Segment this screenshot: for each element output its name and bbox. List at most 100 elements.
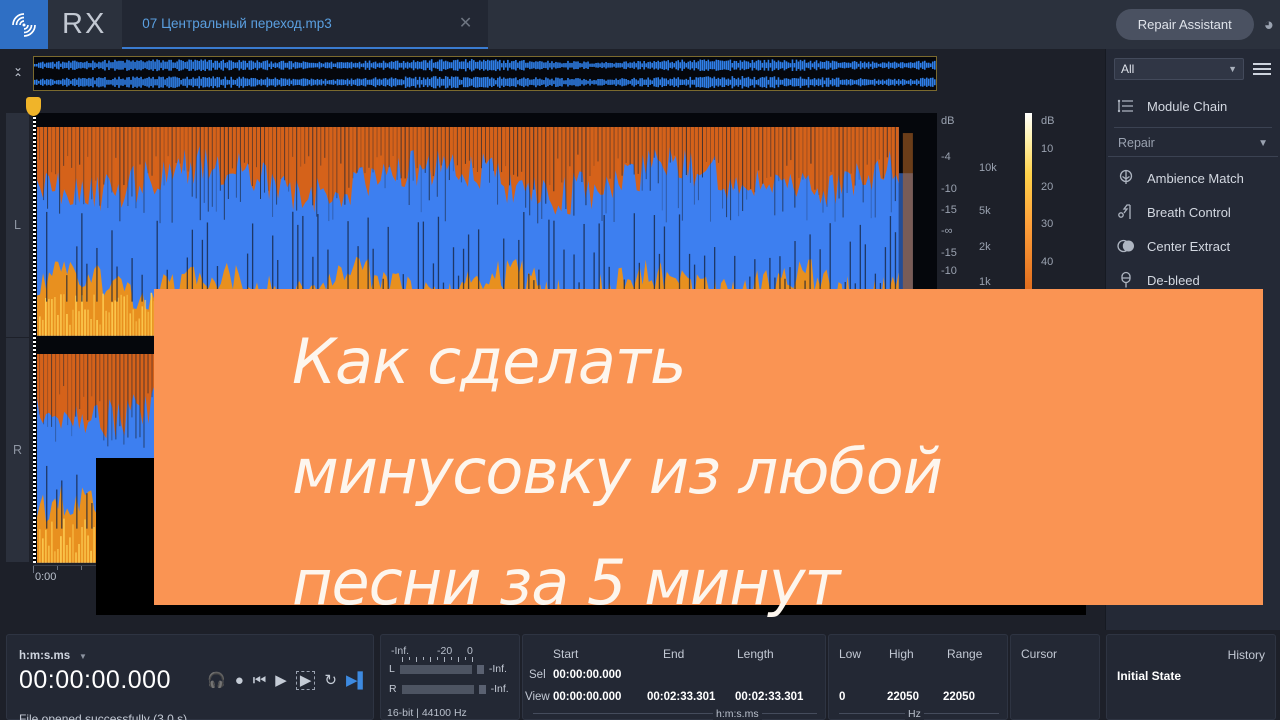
db-axis-tick: -15 xyxy=(941,247,957,259)
meter-row-left: L -Inf. xyxy=(389,663,507,675)
skip-back-icon[interactable]: ⏮ xyxy=(253,673,267,688)
meter-bar xyxy=(401,684,474,694)
title-overlay-banner: Как сделать минусовку из любой песни за … xyxy=(154,289,1263,619)
meter-value: -Inf. xyxy=(488,663,507,675)
play-to-end-icon[interactable]: ▶▌ xyxy=(346,673,368,688)
sidebar-header: All ▼ xyxy=(1106,49,1280,89)
overview-waveform-right xyxy=(34,75,936,88)
module-chain-icon xyxy=(1116,96,1136,116)
sidebar-item-label: Breath Control xyxy=(1147,204,1231,220)
freq-axis-tick: 10k xyxy=(979,162,997,174)
meter-bar xyxy=(399,664,472,674)
time-row-label-view: View xyxy=(525,691,550,703)
playhead-time-display: 00:00:00.000 xyxy=(19,666,171,694)
sidebar-item-label: De-bleed xyxy=(1147,272,1200,288)
meter-scale-tick: -Inf. xyxy=(391,645,410,657)
sidebar-divider xyxy=(1114,127,1272,128)
overview-strip: ⌄ ⌃ xyxy=(0,49,1105,97)
history-item[interactable]: Initial State xyxy=(1117,669,1181,683)
status-message: File opened successfully (3.0 s) xyxy=(19,712,188,720)
overview-waveform[interactable] xyxy=(33,56,937,91)
sel-start-value[interactable]: 00:00:00.000 xyxy=(553,669,621,681)
time-unit-divider xyxy=(533,713,817,714)
meter-tick-marks xyxy=(402,657,474,662)
play-selection-icon[interactable]: ▶ xyxy=(295,671,316,690)
caret-down-icon[interactable]: ▼ xyxy=(79,652,87,661)
time-header-length: Length xyxy=(737,647,774,661)
cursor-panel: Cursor xyxy=(1010,634,1100,720)
play-icon[interactable]: ▶ xyxy=(275,673,287,688)
timeline-tick xyxy=(33,566,34,573)
loop-icon[interactable]: ↻ xyxy=(324,673,337,688)
sidebar-item-module-chain[interactable]: Module Chain xyxy=(1106,89,1280,123)
meter-value: -Inf. xyxy=(490,683,509,695)
db-axis-tick: -∞ xyxy=(941,225,953,237)
collapse-chevrons-icon[interactable]: ⌄ ⌃ xyxy=(6,55,30,91)
assistant-icon[interactable]: ◕ xyxy=(1264,15,1274,35)
channel-gutter: L R xyxy=(0,113,33,563)
history-title: History xyxy=(1227,648,1265,662)
view-start-value[interactable]: 00:00:00.000 xyxy=(553,691,621,703)
db-axis-tick: -15 xyxy=(941,204,957,216)
sidebar-group-label: Repair xyxy=(1118,136,1155,150)
sidebar-item-center-extract[interactable]: Center Extract xyxy=(1106,229,1280,263)
level-meters-panel: -Inf. -20 0 L -Inf. R -Inf. 16-bit | 441… xyxy=(380,634,520,720)
timeline-label: 0:00 xyxy=(35,571,57,583)
transport-controls: 🎧 ● ⏮ ▶ ▶ ↻ ▶▌ xyxy=(207,671,368,690)
view-length-value[interactable]: 00:02:33.301 xyxy=(735,691,803,703)
time-format-label[interactable]: h:m:s.ms xyxy=(19,650,70,662)
playhead-line xyxy=(33,113,36,563)
sidebar-item-breath-control[interactable]: Breath Control xyxy=(1106,195,1280,229)
document-tab[interactable]: 07 Центральный переход.mp3 ✕ xyxy=(122,0,489,49)
chevron-down-icon: ▼ xyxy=(1258,137,1268,149)
repair-assistant-button[interactable]: Repair Assistant xyxy=(1115,9,1254,40)
module-filter-select[interactable]: All ▼ xyxy=(1114,58,1244,80)
meter-scale-tick: -20 xyxy=(437,645,453,657)
sidebar-item-label: Center Extract xyxy=(1147,238,1231,254)
playhead-marker[interactable] xyxy=(26,97,41,116)
channel-label-left: L xyxy=(6,113,29,337)
overlay-text: Как сделать минусовку из любой песни за … xyxy=(292,307,1232,638)
db-axis-tick: -10 xyxy=(941,183,957,195)
freq-high-value[interactable]: 22050 xyxy=(887,691,919,703)
titlebar-spacer xyxy=(488,0,1115,49)
sidebar-group-repair[interactable]: Repair ▼ xyxy=(1108,132,1278,157)
colorbar-tick: 40 xyxy=(1041,256,1054,268)
overlay-line: Как сделать xyxy=(292,325,687,398)
rx-waves-logo-icon xyxy=(12,12,36,37)
rx-logo xyxy=(0,0,48,49)
record-circle-icon[interactable]: ● xyxy=(235,673,244,688)
view-end-value[interactable]: 00:02:33.301 xyxy=(647,691,715,703)
hamburger-menu-icon[interactable] xyxy=(1250,60,1274,78)
title-bar: RX 07 Центральный переход.mp3 ✕ Repair A… xyxy=(0,0,1280,49)
timeline-tick xyxy=(81,566,82,570)
freq-axis-tick: 1k xyxy=(979,276,991,288)
app-name: RX xyxy=(62,8,107,40)
document-tab-label: 07 Центральный переход.mp3 xyxy=(142,16,332,31)
db-axis-title: dB xyxy=(941,115,955,127)
colorbar-tick: 10 xyxy=(1041,143,1054,155)
freq-header-high: High xyxy=(889,647,914,661)
close-icon[interactable]: ✕ xyxy=(459,15,472,32)
sidebar-item-label: Module Chain xyxy=(1147,98,1228,114)
freq-range-value[interactable]: 22050 xyxy=(943,691,975,703)
freq-unit-label: Hz xyxy=(905,708,924,720)
module-filter-value: All xyxy=(1121,62,1135,76)
frequency-panel: Low High Range 0 22050 22050 Hz xyxy=(828,634,1008,720)
meter-channel-label: L xyxy=(389,663,395,675)
colorbar-tick: 30 xyxy=(1041,218,1054,230)
ambience-match-icon xyxy=(1116,168,1136,188)
freq-low-value[interactable]: 0 xyxy=(839,691,845,703)
db-axis-tick: -10 xyxy=(941,265,957,277)
chevron-down-icon: ▼ xyxy=(1228,64,1237,74)
timeline-tick xyxy=(57,566,58,570)
sidebar-item-ambience-match[interactable]: Ambience Match xyxy=(1106,161,1280,195)
freq-header-low: Low xyxy=(839,647,862,661)
freq-axis-tick: 2k xyxy=(979,241,991,253)
time-fields-panel: Start End Length Sel 00:00:00.000 View 0… xyxy=(522,634,826,720)
meter-clip-indicator xyxy=(476,664,484,674)
headphones-icon[interactable]: 🎧 xyxy=(207,673,226,688)
freq-axis-tick: 5k xyxy=(979,205,991,217)
meter-clip-indicator xyxy=(478,684,486,694)
db-axis-tick: -4 xyxy=(941,151,951,163)
